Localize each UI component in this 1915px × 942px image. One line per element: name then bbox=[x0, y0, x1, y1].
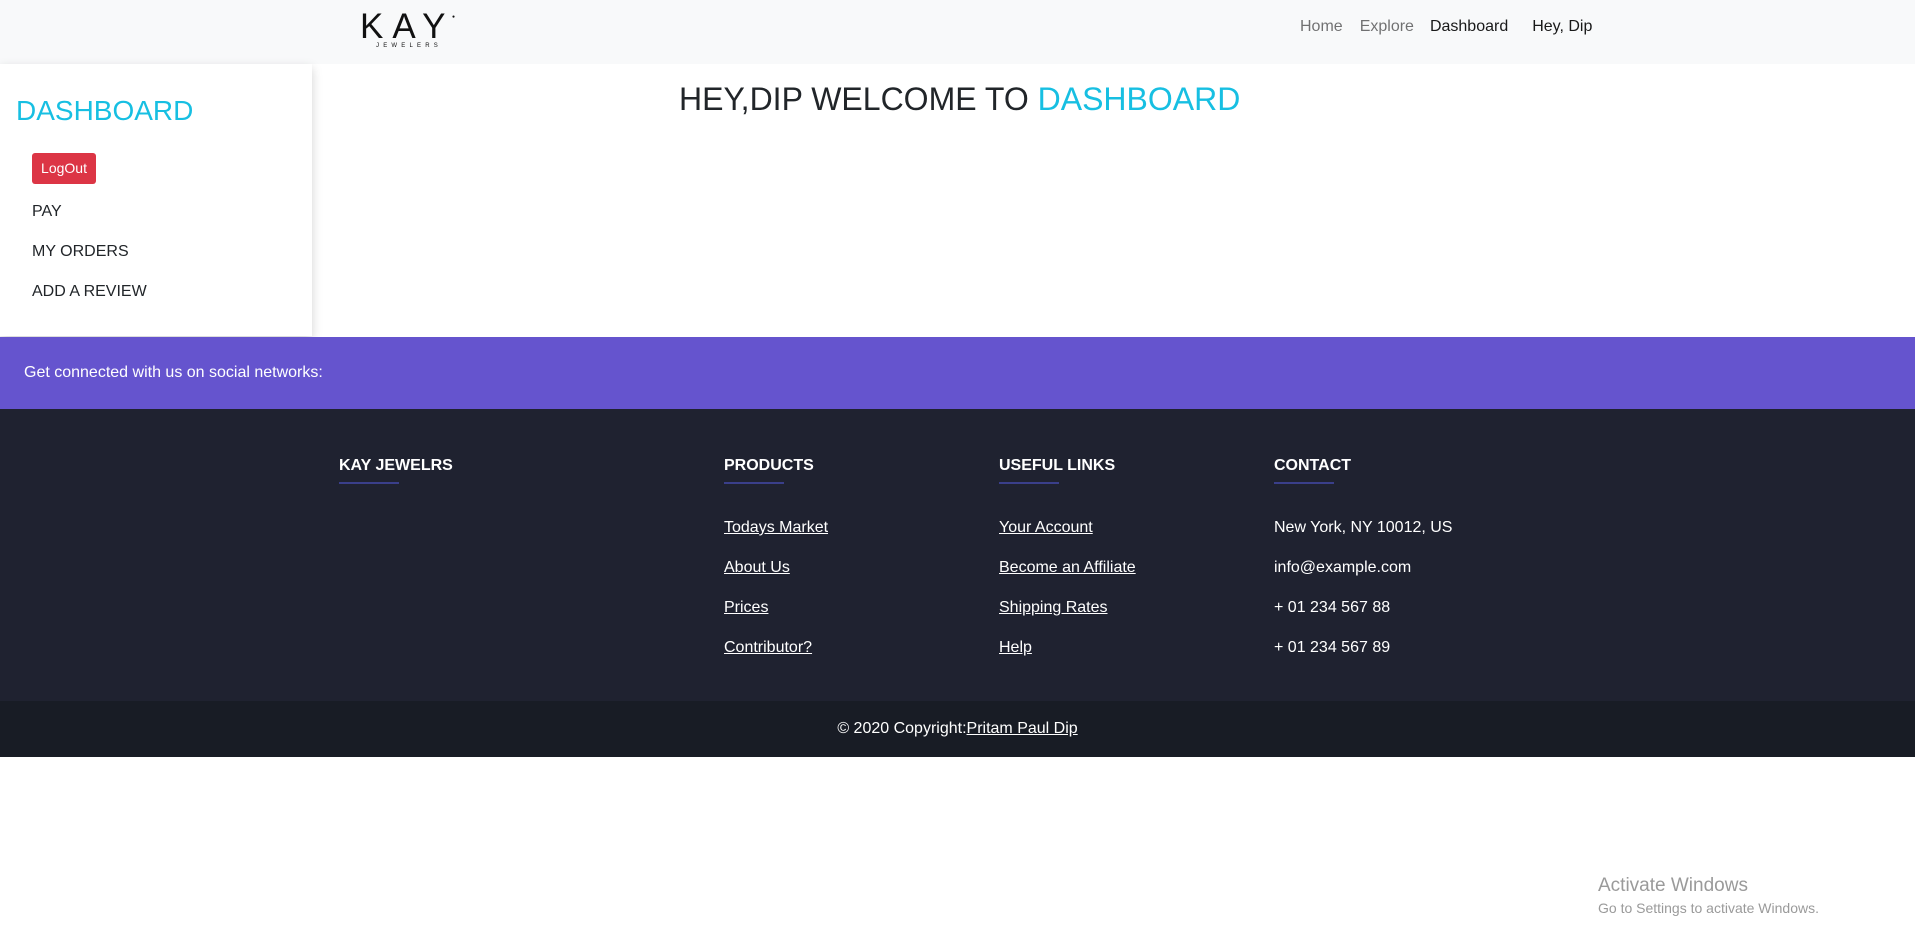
welcome-accent: DASHBOARD bbox=[1037, 81, 1241, 117]
copyright-prefix: © 2020 Copyright: bbox=[837, 720, 967, 737]
registered-mark-icon: ● bbox=[451, 14, 455, 20]
footer-brand-column: KAY JEWELRS bbox=[339, 456, 453, 484]
heading-underline bbox=[1274, 482, 1334, 484]
contact-phone-2: + 01 234 567 89 bbox=[1274, 639, 1391, 656]
footer-link-help[interactable]: Help bbox=[999, 638, 1032, 658]
footer-contact-column: CONTACT New York, NY 10012, US info@exam… bbox=[1274, 456, 1534, 676]
copyright-author-link[interactable]: Pritam Paul Dip bbox=[967, 720, 1078, 737]
contact-address: New York, NY 10012, US bbox=[1274, 519, 1453, 536]
social-text: Get connected with us on social networks… bbox=[24, 364, 323, 381]
kay-jewelers-logo[interactable]: KAY JEWELERS ● bbox=[358, 7, 455, 52]
nav-dashboard-link[interactable]: Dashboard bbox=[1430, 17, 1508, 37]
sidebar-item-pay[interactable]: PAY bbox=[32, 202, 62, 222]
footer-contact-heading: CONTACT bbox=[1274, 457, 1352, 474]
social-strip: Get connected with us on social networks… bbox=[0, 337, 1915, 409]
watermark-subtitle: Go to Settings to activate Windows. bbox=[1598, 900, 1819, 916]
dashboard-sidebar: DASHBOARD LogOut PAY MY ORDERS ADD A REV… bbox=[0, 64, 312, 336]
footer-brand-heading: KAY JEWELRS bbox=[339, 457, 453, 474]
logo-wordmark: KAY bbox=[360, 7, 455, 46]
footer-link-todays-market[interactable]: Todays Market bbox=[724, 518, 828, 538]
contact-email: info@example.com bbox=[1274, 559, 1412, 576]
top-navbar: KAY JEWELERS ● Home Explore Dashboard He… bbox=[0, 0, 1915, 64]
heading-underline bbox=[339, 482, 399, 484]
sidebar-title: DASHBOARD bbox=[16, 95, 194, 126]
copyright-bar: © 2020 Copyright:Pritam Paul Dip bbox=[0, 701, 1915, 757]
footer-link-contributor[interactable]: Contributor? bbox=[724, 638, 812, 658]
logout-button[interactable]: LogOut bbox=[32, 153, 96, 184]
nav-links: Home Explore Dashboard Hey, Dip bbox=[1300, 17, 1592, 37]
nav-home-link[interactable]: Home bbox=[1300, 17, 1343, 37]
footer-link-your-account[interactable]: Your Account bbox=[999, 518, 1093, 538]
welcome-heading: HEY,DIP WELCOME TO DASHBOARD bbox=[679, 80, 1240, 118]
page: KAY JEWELERS ● Home Explore Dashboard He… bbox=[0, 0, 1915, 942]
welcome-prefix: HEY,DIP WELCOME TO bbox=[679, 81, 1038, 117]
activate-windows-watermark: Activate Windows Go to Settings to activ… bbox=[1598, 875, 1819, 917]
footer-useful-links-heading: USEFUL LINKS bbox=[999, 457, 1116, 474]
heading-underline bbox=[999, 482, 1059, 484]
copyright-text: © 2020 Copyright:Pritam Paul Dip bbox=[0, 719, 1915, 739]
footer-link-prices[interactable]: Prices bbox=[724, 598, 768, 618]
footer-link-about-us[interactable]: About Us bbox=[724, 558, 790, 578]
nav-explore-link[interactable]: Explore bbox=[1360, 17, 1414, 37]
user-greeting: Hey, Dip bbox=[1532, 18, 1593, 35]
footer-link-shipping-rates[interactable]: Shipping Rates bbox=[999, 598, 1108, 618]
footer-link-become-affiliate[interactable]: Become an Affiliate bbox=[999, 558, 1136, 578]
footer-useful-links-column: USEFUL LINKS Your Account Become an Affi… bbox=[999, 456, 1239, 676]
heading-underline bbox=[724, 482, 784, 484]
footer-products-column: PRODUCTS Todays Market About Us Prices C… bbox=[724, 456, 964, 676]
contact-phone-1: + 01 234 567 88 bbox=[1274, 599, 1391, 616]
footer-products-heading: PRODUCTS bbox=[724, 457, 814, 474]
footer: KAY JEWELRS PRODUCTS Todays Market About… bbox=[0, 409, 1915, 701]
sidebar-item-add-review[interactable]: ADD A REVIEW bbox=[32, 282, 147, 302]
sidebar-item-my-orders[interactable]: MY ORDERS bbox=[32, 242, 129, 262]
watermark-title: Activate Windows bbox=[1598, 875, 1748, 896]
